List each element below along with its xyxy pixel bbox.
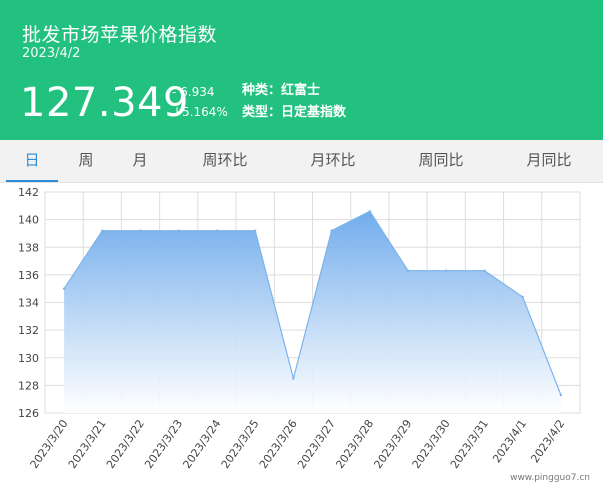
index-value: 127.349 xyxy=(20,80,189,126)
data-point xyxy=(406,269,410,272)
type-row: 类型：日定基指数 xyxy=(242,102,346,124)
x-tick-label: 2023/4/1 xyxy=(490,417,529,465)
x-tick-label: 2023/3/21 xyxy=(66,417,109,471)
x-tick-label: 2023/3/31 xyxy=(448,417,491,471)
x-tick-label: 2023/3/27 xyxy=(295,417,338,471)
header-panel: 批发市场苹果价格指数 2023/4/2 127.349 - 6.934 ↓5.1… xyxy=(0,0,603,140)
y-tick-label: 134 xyxy=(18,297,39,310)
y-tick-label: 140 xyxy=(18,214,39,227)
index-date: 2023/4/2 xyxy=(22,46,81,61)
x-axis: 2023/3/202023/3/212023/3/222023/3/232023… xyxy=(28,417,568,471)
tab-day[interactable]: 日 xyxy=(6,140,58,182)
period-tabs: 日 周 月 周环比 月环比 周同比 月同比 xyxy=(0,140,603,183)
x-tick-label: 2023/3/23 xyxy=(142,417,185,471)
y-tick-label: 128 xyxy=(18,379,39,392)
x-tick-label: 2023/3/26 xyxy=(257,417,300,471)
data-point xyxy=(368,210,372,213)
data-point xyxy=(292,377,295,380)
change-value: - 6.934 xyxy=(172,85,215,99)
x-tick-label: 2023/3/24 xyxy=(180,417,223,471)
y-tick-label: 130 xyxy=(18,352,39,365)
price-index-chart: 126128130132134136138140142 2023/3/20202… xyxy=(18,186,590,483)
variety-label: 种类： xyxy=(242,83,282,98)
x-tick-label: 2023/3/28 xyxy=(333,417,376,471)
data-point xyxy=(253,229,257,232)
data-point xyxy=(139,229,142,232)
data-point xyxy=(445,269,448,272)
data-point xyxy=(101,229,104,232)
meta-block: 种类：红富士 类型：日定基指数 xyxy=(242,80,346,124)
y-tick-label: 142 xyxy=(18,186,39,199)
y-axis: 126 128 130 132 134 136 138 140 142 xyxy=(18,186,39,420)
tab-week[interactable]: 周 xyxy=(66,140,106,180)
type-label: 类型： xyxy=(242,105,282,120)
y-tick-label: 126 xyxy=(18,407,39,420)
tab-week-on-week[interactable]: 周环比 xyxy=(190,140,260,180)
data-point xyxy=(177,229,180,232)
data-point xyxy=(559,393,563,397)
data-point xyxy=(521,295,524,299)
variety-row: 种类：红富士 xyxy=(242,80,346,102)
x-tick-label: 2023/3/25 xyxy=(219,417,262,471)
data-point xyxy=(215,229,219,232)
x-tick-label: 2023/4/2 xyxy=(528,417,567,465)
variety-value: 红富士 xyxy=(281,83,321,98)
change-block: - 6.934 ↓5.164% xyxy=(172,82,228,122)
x-tick-label: 2023/3/20 xyxy=(28,417,71,471)
tab-month-year-on-year[interactable]: 月同比 xyxy=(514,140,584,180)
x-tick-label: 2023/3/22 xyxy=(104,417,147,471)
x-tick-label: 2023/3/29 xyxy=(371,417,414,471)
data-point xyxy=(330,229,333,232)
tab-week-year-on-year[interactable]: 周同比 xyxy=(406,140,476,180)
type-value: 日定基指数 xyxy=(281,105,347,120)
y-tick-label: 136 xyxy=(18,269,39,282)
y-tick-label: 132 xyxy=(18,324,39,337)
tab-month[interactable]: 月 xyxy=(120,140,160,180)
data-point xyxy=(483,269,486,272)
tab-month-on-month[interactable]: 月环比 xyxy=(298,140,368,180)
change-percent: ↓5.164% xyxy=(172,105,228,119)
site-watermark: www.pingguo7.cn xyxy=(510,473,590,483)
page-title: 批发市场苹果价格指数 xyxy=(22,24,218,46)
data-point xyxy=(62,287,66,290)
x-tick-label: 2023/3/30 xyxy=(410,417,453,471)
y-tick-label: 138 xyxy=(18,241,39,254)
